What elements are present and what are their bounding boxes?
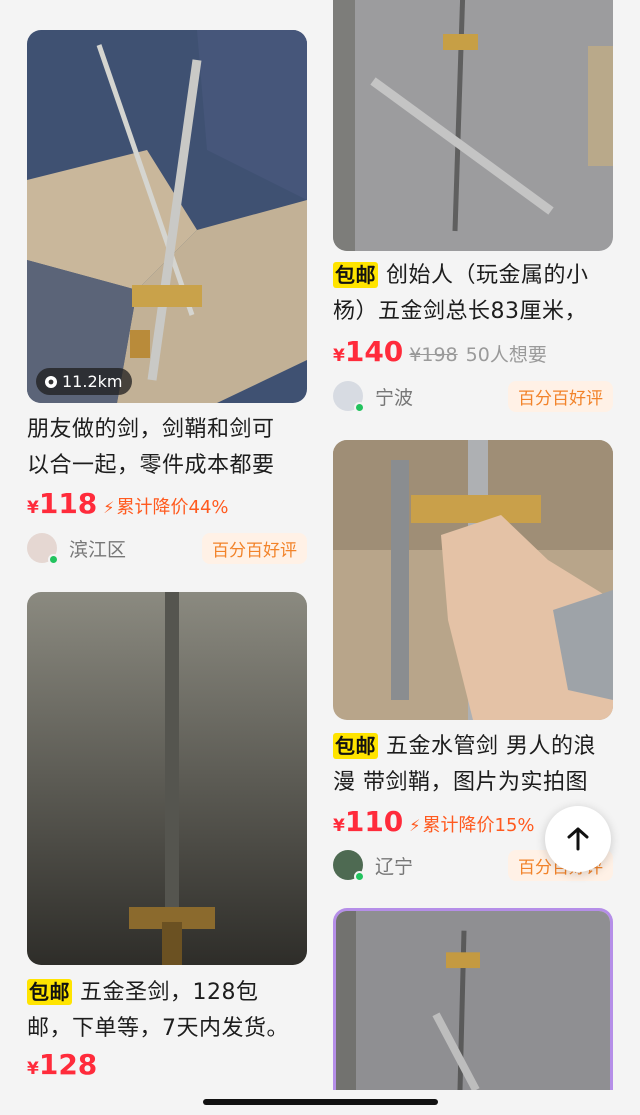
product-title[interactable]: 包邮 五金水管剑 男人的浪 漫 带剑鞘，图片为实拍图: [333, 729, 615, 801]
product-title[interactable]: 包邮 五金圣剑，128包 邮，下单等，7天内发货。: [27, 975, 309, 1047]
price-row: ¥ 140 ¥198 50人想要: [333, 335, 547, 368]
location-pin-icon: [44, 375, 58, 389]
free-shipping-tag: 包邮: [333, 733, 378, 759]
product-photo[interactable]: [333, 908, 613, 1090]
product-photo[interactable]: [333, 0, 613, 251]
product-photo[interactable]: [333, 440, 613, 720]
seller-location: 宁波: [375, 386, 414, 409]
arrow-up-icon: [567, 827, 589, 851]
seller-location: 滨江区: [69, 538, 127, 561]
price-drop-label: 累计降价44%: [116, 497, 229, 518]
price: 110: [344, 805, 404, 838]
price-row: ¥ 128: [27, 1048, 98, 1081]
product-photo[interactable]: 11.2km: [27, 30, 307, 403]
distance-text: 11.2km: [62, 372, 123, 391]
online-status-dot: [354, 402, 365, 413]
product-title[interactable]: 朋友做的剑，剑鞘和剑可 以合一起，零件成本都要: [27, 412, 309, 484]
rating-badge: 百分百好评: [202, 532, 307, 564]
price: 140: [344, 335, 404, 368]
seller-row[interactable]: 滨江区 百分百好评: [27, 532, 307, 565]
free-shipping-tag: 包邮: [27, 979, 72, 1005]
price-row: ¥ 118 ⚡ 累计降价44%: [27, 487, 229, 520]
online-status-dot: [354, 871, 365, 882]
price-row: ¥ 110 ⚡ 累计降价15%: [333, 805, 535, 838]
product-title[interactable]: 包邮 创始人（玩金属的小 杨）五金剑总长83厘米，: [333, 258, 615, 330]
product-photo[interactable]: [27, 592, 307, 965]
seller-avatar[interactable]: [333, 381, 365, 413]
price: 118: [38, 487, 98, 520]
price: 128: [38, 1048, 98, 1081]
seller-row[interactable]: 宁波 百分百好评: [333, 380, 613, 413]
lightning-icon: ⚡: [103, 498, 115, 517]
seller-avatar[interactable]: [27, 533, 59, 565]
seller-location: 辽宁: [375, 855, 414, 878]
free-shipping-tag: 包邮: [333, 262, 378, 288]
want-count: 50人想要: [465, 344, 547, 366]
home-indicator[interactable]: [203, 1099, 438, 1105]
distance-badge: 11.2km: [36, 368, 133, 395]
seller-avatar[interactable]: [333, 850, 365, 882]
lightning-icon: ⚡: [409, 816, 421, 835]
back-to-top-button[interactable]: [545, 806, 611, 872]
original-price: ¥198: [409, 344, 458, 366]
rating-badge: 百分百好评: [508, 380, 613, 412]
price-drop-label: 累计降价15%: [422, 815, 535, 836]
online-status-dot: [48, 554, 59, 565]
